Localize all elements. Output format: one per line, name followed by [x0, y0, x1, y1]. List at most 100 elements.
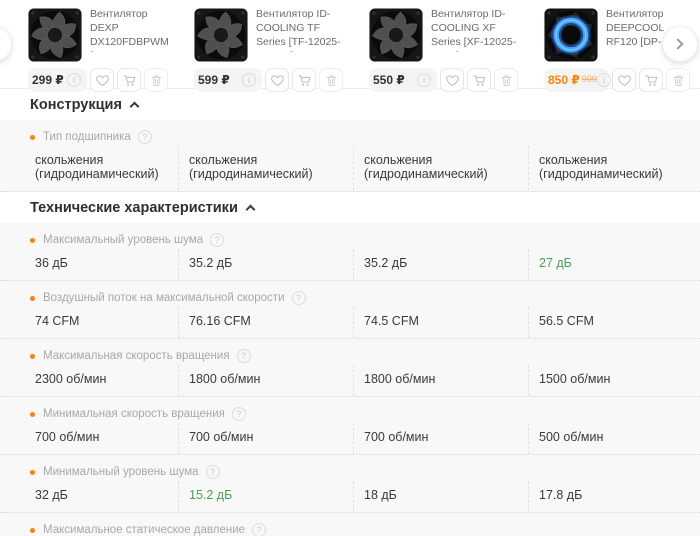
- characteristic-values: 36 дБ 35.2 дБ 35.2 дБ 27 дБ: [0, 249, 700, 280]
- favorite-button[interactable]: [440, 68, 464, 92]
- price-pill: 850 ₽999 i: [544, 68, 611, 92]
- info-icon[interactable]: i: [596, 73, 611, 87]
- price-pill: 550 ₽ i: [369, 68, 437, 92]
- product-title-link[interactable]: Вентилятор ID-COOLING XF Series [XF-1202…: [431, 8, 518, 52]
- favorite-button[interactable]: [265, 68, 289, 92]
- product-image[interactable]: [544, 8, 598, 62]
- characteristic-value: 18 дБ: [353, 481, 528, 512]
- characteristic-value: 56.5 CFM: [528, 307, 700, 338]
- bullet-icon: [30, 411, 35, 417]
- characteristic-row: Воздушный поток на максимальной скорости…: [0, 281, 700, 339]
- characteristic-values: 700 об/мин 700 об/мин 700 об/мин 500 об/мин: [0, 423, 700, 454]
- product-price: 299 ₽: [32, 73, 64, 87]
- characteristic-value: 15.2 дБ: [178, 481, 353, 512]
- product-card-top: Вентилятор ID-COOLING TF Series [TF-1202…: [194, 8, 343, 64]
- characteristic-value: 35.2 дБ: [178, 249, 353, 280]
- info-icon[interactable]: i: [67, 73, 81, 87]
- characteristic-row: Максимальная скорость вращения? 2300 об/м…: [0, 339, 700, 397]
- characteristic-values: 32 дБ 15.2 дБ 18 дБ 17.8 дБ: [0, 481, 700, 512]
- bullet-icon: [30, 527, 35, 533]
- add-to-cart-button[interactable]: [117, 68, 141, 92]
- characteristic-value: 700 об/мин: [353, 423, 528, 454]
- remove-from-compare-button[interactable]: [319, 68, 343, 92]
- product-image[interactable]: [194, 8, 248, 62]
- product-price-row: 299 ₽ i: [28, 68, 168, 92]
- section-header[interactable]: Конструкция: [0, 89, 700, 120]
- question-icon[interactable]: ?: [205, 465, 220, 479]
- compare-page: Вентилятор DEXP DX120FDBPWM [DX120FDBPWM…: [0, 0, 700, 536]
- remove-from-compare-button[interactable]: [494, 68, 518, 92]
- characteristic-label: Максимальное статическое давление: [43, 524, 246, 536]
- product-price: 850 ₽999: [548, 73, 597, 87]
- remove-from-compare-button[interactable]: [666, 68, 690, 92]
- characteristic-values: скольжения (гидродинамический) скольжения…: [0, 146, 700, 191]
- carousel-next-button[interactable]: [662, 26, 698, 62]
- characteristic-row: Максимальный уровень шума? 36 дБ 35.2 дБ 35…: [0, 223, 700, 281]
- characteristic-label: Тип подшипника: [43, 131, 131, 143]
- favorite-button[interactable]: [612, 68, 636, 92]
- bullet-icon: [30, 134, 35, 140]
- add-to-cart-button[interactable]: [292, 68, 316, 92]
- characteristic-value: 500 об/мин: [528, 423, 700, 454]
- characteristic-value: 76.16 CFM: [178, 307, 353, 338]
- product-title-link[interactable]: Вентилятор ID-COOLING TF Series [TF-1202…: [256, 8, 343, 52]
- info-icon[interactable]: i: [417, 73, 431, 87]
- product-title-link[interactable]: Вентилятор DEXP DX120FDBPWM [DX120FDBPWM…: [90, 8, 168, 52]
- remove-from-compare-button[interactable]: [144, 68, 168, 92]
- question-icon[interactable]: ?: [231, 407, 246, 421]
- question-icon[interactable]: ?: [252, 523, 267, 536]
- characteristic-value: 700 об/мин: [35, 430, 100, 444]
- characteristic-value: 1500 об/мин: [528, 365, 700, 396]
- characteristic-value: 74 CFM: [35, 314, 80, 328]
- characteristic-value: скольжения (гидродинамический): [528, 146, 700, 191]
- product-image[interactable]: [369, 8, 423, 62]
- question-icon[interactable]: ?: [210, 233, 225, 247]
- chevron-up-icon: [245, 204, 256, 215]
- characteristic-row: Минимальный уровень шума? 32 дБ 15.2 дБ 18 …: [0, 455, 700, 513]
- characteristic-value: 32 дБ: [35, 488, 68, 502]
- characteristic-value: 2300 об/мин: [35, 372, 107, 386]
- characteristic-label-row: Минимальная скорость вращения?: [0, 405, 700, 423]
- favorite-button[interactable]: [90, 68, 114, 92]
- characteristic-value: 17.8 дБ: [528, 481, 700, 512]
- characteristic-label-row: Тип подшипника?: [0, 128, 700, 146]
- comparison-table: Конструкция Тип подшипника? скольжения (ги…: [0, 89, 700, 536]
- characteristic-label: Максимальная скорость вращения: [43, 350, 230, 362]
- bullet-icon: [30, 295, 35, 301]
- section-header[interactable]: Технические характеристики: [0, 192, 700, 223]
- product-price: 599 ₽: [198, 73, 230, 87]
- add-to-cart-button[interactable]: [639, 68, 663, 92]
- characteristic-row: Максимальное статическое давление?-21.2 …: [0, 513, 700, 536]
- characteristic-label: Максимальный уровень шума: [43, 234, 204, 246]
- price-pill: 599 ₽ i: [194, 68, 262, 92]
- product-price: 550 ₽: [373, 73, 405, 87]
- product-card: Вентилятор ID-COOLING XF Series [XF-1202…: [353, 0, 528, 92]
- section-title: Технические характеристики: [30, 199, 238, 216]
- characteristic-value: 1800 об/мин: [178, 365, 353, 396]
- characteristic-value: 27 дБ: [528, 249, 700, 280]
- characteristic-row: Минимальная скорость вращения? 700 об/мин…: [0, 397, 700, 455]
- question-icon[interactable]: ?: [236, 349, 251, 363]
- characteristic-value: скольжения (гидродинамический): [35, 153, 159, 181]
- characteristic-values: 2300 об/мин 1800 об/мин 1800 об/мин 1500 об…: [0, 365, 700, 396]
- product-price-row: 599 ₽ i: [194, 68, 343, 92]
- old-price: 999: [581, 74, 597, 84]
- product-image[interactable]: [28, 8, 82, 62]
- characteristic-value: скольжения (гидродинамический): [353, 146, 528, 191]
- add-to-cart-button[interactable]: [467, 68, 491, 92]
- compare-products-carousel: Вентилятор DEXP DX120FDBPWM [DX120FDBPWM…: [0, 0, 700, 92]
- question-icon[interactable]: ?: [137, 130, 152, 144]
- characteristic-value: 700 об/мин: [178, 423, 353, 454]
- bullet-icon: [30, 353, 35, 359]
- chevron-left-icon: [0, 38, 2, 50]
- question-icon[interactable]: ?: [291, 291, 306, 305]
- characteristic-label: Воздушный поток на максимальной скорости: [43, 292, 285, 304]
- characteristic-label-row: Воздушный поток на максимальной скорости…: [0, 289, 700, 307]
- chevron-right-icon: [672, 38, 684, 50]
- price-pill: 299 ₽ i: [28, 68, 87, 92]
- characteristic-row: Тип подшипника? скольжения (гидродинамиче…: [0, 120, 700, 192]
- bullet-icon: [30, 469, 35, 475]
- characteristic-value: 35.2 дБ: [353, 249, 528, 280]
- info-icon[interactable]: i: [242, 73, 256, 87]
- characteristic-label-row: Максимальный уровень шума?: [0, 231, 700, 249]
